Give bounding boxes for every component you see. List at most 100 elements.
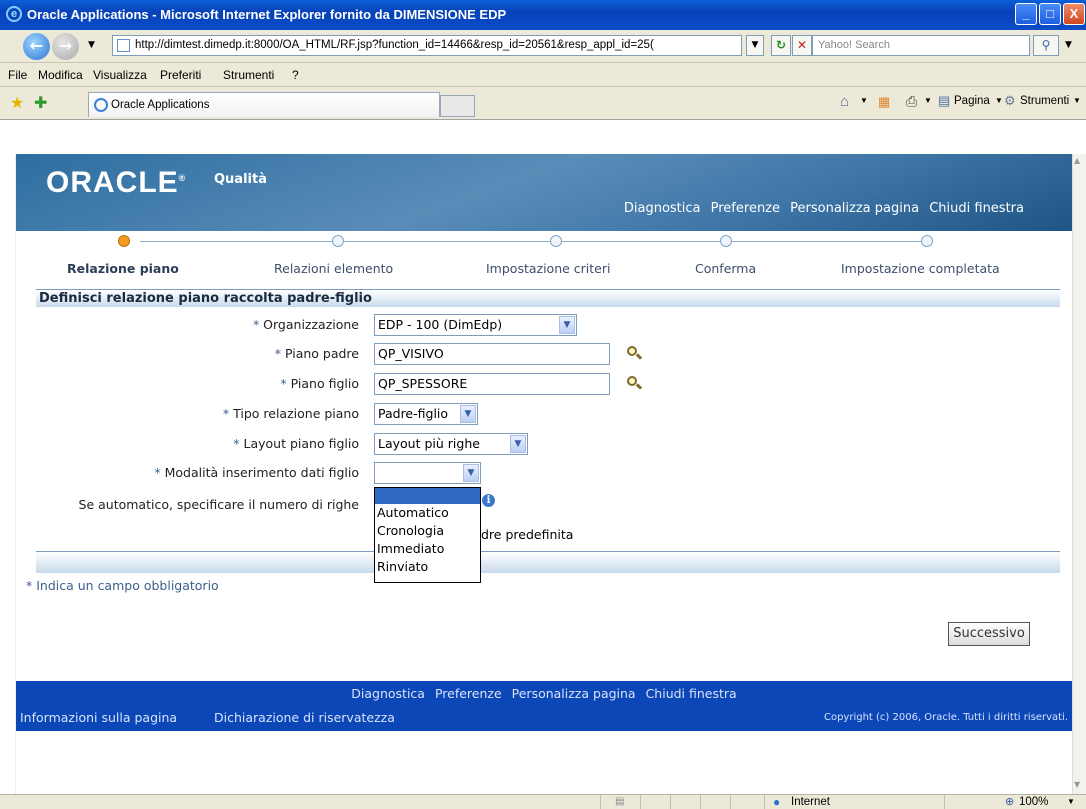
history-dropdown-icon[interactable]: ▼ — [88, 40, 95, 50]
zoom-cell[interactable]: ⊕ 100% ▼ — [944, 795, 1086, 809]
tools-menu[interactable]: Strumenti — [1020, 95, 1069, 107]
partial-checkbox-label: dre predefinita — [481, 527, 574, 542]
footer-link-personalizza-pagina[interactable]: Personalizza pagina — [512, 686, 636, 701]
train-step-dot[interactable] — [921, 235, 933, 247]
window-title: Oracle Applications - Microsoft Internet… — [27, 7, 507, 22]
train-step-impostazione-criteri[interactable]: Impostazione criteri — [486, 261, 610, 276]
menu-file[interactable]: File — [8, 68, 27, 82]
train-step-relazioni-elemento[interactable]: Relazioni elemento — [274, 261, 393, 276]
footer-link-preferenze[interactable]: Preferenze — [435, 686, 502, 701]
oracle-logo-text: ORACLE — [46, 166, 179, 199]
chevron-down-icon[interactable]: ▼ — [463, 464, 479, 482]
piano-figlio-input[interactable]: QP_SPESSORE — [374, 373, 610, 395]
status-cell — [700, 795, 730, 809]
next-button[interactable]: Successivo — [948, 622, 1030, 646]
footer-link-chiudi-finestra[interactable]: Chiudi finestra — [646, 686, 737, 701]
address-dropdown-icon[interactable]: ▼ — [746, 35, 764, 56]
dropdown-option-rinviato[interactable]: Rinviato — [375, 558, 480, 576]
window-title-bar[interactable]: e Oracle Applications - Microsoft Intern… — [0, 0, 1086, 30]
menu-visualizza[interactable]: Visualizza — [93, 68, 147, 82]
menu-help[interactable]: ? — [292, 68, 299, 82]
modalita-label-text: Modalità inserimento dati figlio — [164, 465, 359, 480]
tipo-relazione-label: * Tipo relazione piano — [223, 406, 359, 421]
layout-piano-select[interactable]: Layout più righe ▼ — [374, 433, 528, 455]
dropdown-option-automatico[interactable]: Automatico — [375, 504, 480, 522]
link-chiudi-finestra[interactable]: Chiudi finestra — [929, 201, 1024, 216]
required-note: * Indica un campo obbligatorio — [26, 578, 219, 593]
link-preferenze[interactable]: Preferenze — [711, 201, 780, 216]
chevron-down-icon[interactable]: ▼ — [510, 435, 526, 453]
train-step-impostazione-completata[interactable]: Impostazione completata — [841, 261, 1000, 276]
chevron-down-icon[interactable]: ▼ — [559, 316, 575, 334]
feeds-icon[interactable]: ▦ — [878, 94, 890, 110]
page-menu[interactable]: Pagina — [954, 95, 990, 107]
zoom-dropdown-icon[interactable]: ▼ — [1067, 797, 1075, 806]
address-bar[interactable]: http://dimtest.dimedp.it:8000/OA_HTML/RF… — [112, 35, 742, 56]
modalita-select[interactable]: ▼ — [374, 462, 481, 484]
search-icon[interactable] — [626, 375, 643, 391]
globe-icon: ● — [773, 795, 781, 809]
piano-padre-input[interactable]: QP_VISIVO — [374, 343, 610, 365]
train-step-dot[interactable] — [720, 235, 732, 247]
section-bottom-bar — [36, 551, 1060, 573]
scroll-up-icon[interactable]: ▲ — [1074, 156, 1080, 165]
search-icon[interactable]: ⚲ — [1033, 35, 1059, 56]
section-header: Definisci relazione piano raccolta padre… — [36, 289, 1060, 307]
print-icon[interactable]: ⎙ — [906, 93, 917, 110]
stop-icon[interactable]: ✕ — [792, 35, 812, 56]
address-toolbar: ← → ▼ http://dimtest.dimedp.it:8000/OA_H… — [0, 30, 1086, 63]
magnifier-handle — [635, 353, 643, 360]
train-step-dot[interactable] — [332, 235, 344, 247]
address-text: http://dimtest.dimedp.it:8000/OA_HTML/RF… — [135, 39, 654, 51]
close-icon[interactable]: X — [1063, 3, 1085, 25]
back-icon[interactable]: ← — [23, 33, 50, 60]
modalita-label: * Modalità inserimento dati figlio — [154, 465, 359, 480]
favorites-star-icon[interactable]: ★ — [10, 93, 24, 113]
search-input[interactable]: Yahoo! Search — [812, 35, 1030, 56]
scroll-down-icon[interactable]: ▼ — [1074, 780, 1080, 789]
refresh-icon[interactable]: ↻ — [771, 35, 791, 56]
vertical-scrollbar[interactable]: ▲ ▼ — [1072, 154, 1086, 794]
search-icon[interactable] — [626, 345, 643, 361]
search-options-icon[interactable]: ▼ — [1065, 40, 1072, 50]
piano-padre-label-text: Piano padre — [284, 346, 359, 361]
forward-icon[interactable]: → — [52, 33, 79, 60]
organizzazione-select[interactable]: EDP - 100 (DimEdp) ▼ — [374, 314, 577, 336]
tools-gear-icon[interactable]: ⚙ — [1004, 93, 1016, 109]
info-icon[interactable]: i — [482, 494, 495, 507]
footer-link-about[interactable]: Informazioni sulla pagina — [20, 710, 177, 725]
home-icon[interactable]: ⌂ — [840, 93, 849, 110]
home-dropdown-icon[interactable]: ▼ — [860, 96, 868, 105]
link-personalizza-pagina[interactable]: Personalizza pagina — [790, 201, 919, 216]
layout-piano-label-text: Layout piano figlio — [243, 436, 359, 451]
tipo-relazione-select[interactable]: Padre-figlio ▼ — [374, 403, 478, 425]
add-favorite-icon[interactable]: ✚ — [34, 93, 47, 113]
print-dropdown-icon[interactable]: ▼ — [924, 96, 932, 105]
piano-figlio-label-text: Piano figlio — [290, 376, 359, 391]
menu-strumenti[interactable]: Strumenti — [223, 68, 274, 82]
required-mark: * — [154, 465, 161, 480]
footer-link-privacy[interactable]: Dichiarazione di riservatezza — [214, 710, 395, 725]
maximize-icon[interactable]: □ — [1039, 3, 1061, 25]
piano-figlio-label-box: * Piano figlio — [16, 376, 359, 396]
tab-oracle-applications[interactable]: Oracle Applications — [88, 92, 440, 117]
new-tab-button[interactable] — [440, 95, 475, 117]
dropdown-option-cronologia[interactable]: Cronologia — [375, 522, 480, 540]
menu-modifica[interactable]: Modifica — [38, 68, 83, 82]
train-line — [140, 241, 933, 242]
tipo-relazione-label-text: Tipo relazione piano — [233, 406, 359, 421]
left-edge — [0, 154, 16, 794]
train-step-dot[interactable] — [550, 235, 562, 247]
footer-link-diagnostica[interactable]: Diagnostica — [351, 686, 425, 701]
menu-preferiti[interactable]: Preferiti — [160, 68, 201, 82]
link-diagnostica[interactable]: Diagnostica — [624, 201, 701, 216]
minimize-icon[interactable]: _ — [1015, 3, 1037, 25]
train-step-conferma[interactable]: Conferma — [695, 261, 756, 276]
modalita-dropdown-list[interactable]: Automatico Cronologia Immediato Rinviato — [374, 487, 481, 583]
status-cell — [670, 795, 700, 809]
dropdown-option-immediato[interactable]: Immediato — [375, 540, 480, 558]
organizzazione-label-text: Organizzazione — [263, 317, 359, 332]
dropdown-option-blank[interactable] — [375, 488, 480, 504]
page-menu-icon[interactable]: ▤ — [938, 93, 950, 109]
chevron-down-icon[interactable]: ▼ — [460, 405, 476, 423]
